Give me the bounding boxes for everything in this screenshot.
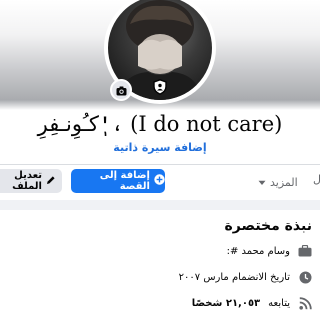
intro-work-text[interactable]: وسام محمد #: bbox=[227, 246, 290, 257]
intro-followers-count[interactable]: ٢١,٠٥٣ شخصًا bbox=[192, 298, 260, 309]
section-gap bbox=[0, 200, 320, 210]
briefcase-icon bbox=[298, 244, 312, 258]
profile-guard-button[interactable] bbox=[150, 79, 170, 99]
intro-card: نبذة مختصرة وسام محمد #: تاريخ الانضمام … bbox=[0, 210, 320, 320]
intro-work-row: وسام محمد #: bbox=[227, 242, 312, 260]
intro-followers-prefix: يتابعه bbox=[268, 297, 290, 309]
pencil-icon bbox=[46, 175, 56, 188]
divider bbox=[0, 164, 320, 165]
add-to-story-button[interactable]: إضافة إلى القصة bbox=[71, 169, 165, 193]
shield-icon bbox=[153, 79, 167, 99]
clock-icon bbox=[298, 270, 312, 284]
plus-circle-icon bbox=[154, 174, 165, 188]
chevron-down-icon bbox=[258, 176, 266, 189]
intro-joined-text: تاريخ الانضمام مارس ٢٠٠٧ bbox=[178, 271, 290, 283]
camera-icon bbox=[116, 81, 127, 100]
tab-partial[interactable]: ل bbox=[313, 173, 320, 186]
add-to-story-label: إضافة إلى القصة bbox=[99, 170, 150, 192]
edit-profile-label: تعديل الملف bbox=[12, 170, 42, 192]
intro-joined-row: تاريخ الانضمام مارس ٢٠٠٧ bbox=[179, 268, 312, 286]
tab-more[interactable]: المزيد bbox=[258, 173, 298, 191]
change-photo-button[interactable] bbox=[110, 79, 132, 101]
intro-followers-row[interactable]: يتابعه ٢١,٠٥٣ شخصًا bbox=[192, 294, 312, 312]
rss-icon bbox=[298, 296, 312, 310]
tab-more-label: المزيد bbox=[270, 175, 298, 189]
profile-name: كـُوِنـفِرِ'ٖ، (I do not care) bbox=[37, 112, 283, 136]
add-bio-link[interactable]: إضافة سيرة ذاتية bbox=[0, 141, 320, 154]
intro-title: نبذة مختصرة bbox=[224, 218, 312, 234]
edit-profile-button[interactable]: تعديل الملف bbox=[0, 169, 62, 193]
